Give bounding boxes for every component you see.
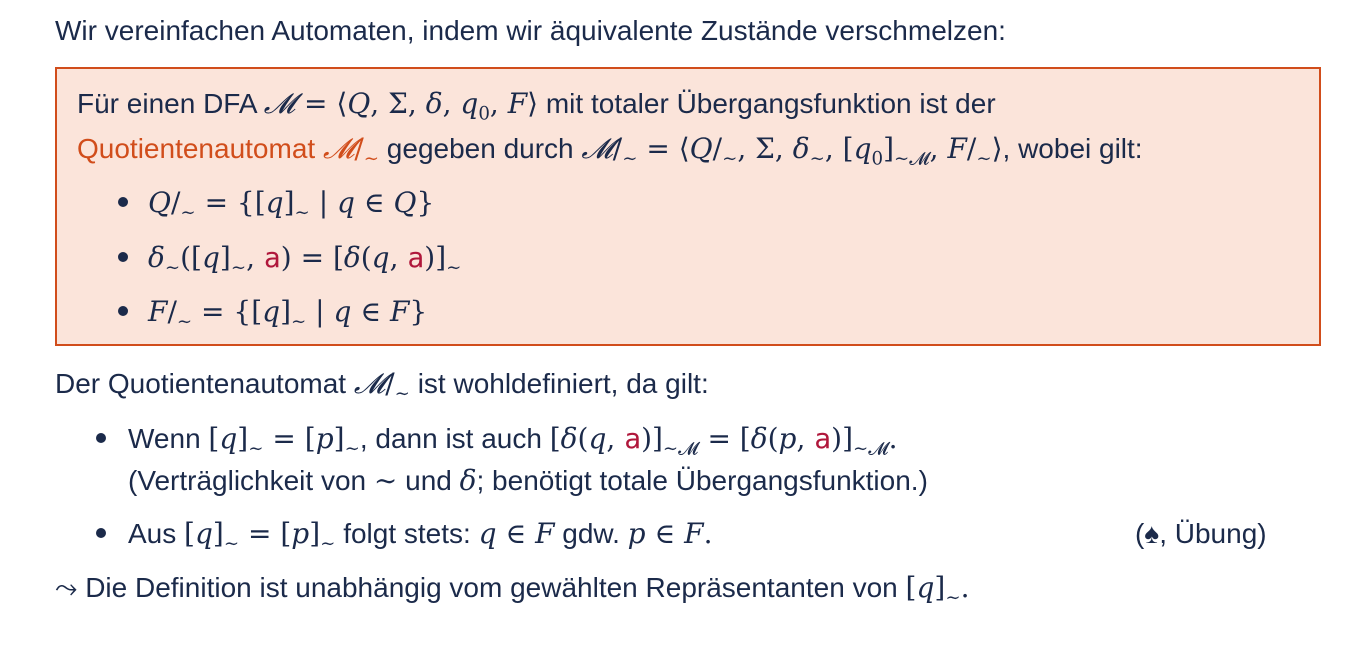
formula-quotient-tuple: 𝓜/∼ = ⟨Q/∼, Σ, δ∼, [q0]∼𝓜, F/∼⟩ bbox=[581, 132, 1003, 170]
term-quotientenautomat: Quotientenautomat bbox=[77, 133, 316, 164]
bullet bbox=[118, 306, 128, 316]
wohldefiniert-item-1: Wenn [q]∼ = [p]∼, dann ist auch [δ(q, a)… bbox=[128, 422, 898, 460]
formula-quotient-symbol: 𝓜/∼ bbox=[322, 132, 380, 170]
wohldefiniert-heading: Der Quotientenautomat 𝓜/∼ ist wohldefini… bbox=[55, 367, 709, 405]
bullet bbox=[96, 433, 106, 443]
bullet bbox=[118, 197, 128, 207]
exercise-note: (♠, Übung) bbox=[1135, 518, 1267, 549]
wohldefiniert-item-2: Aus [q]∼ = [p]∼ folgt stets: q ∈ F gdw. … bbox=[128, 517, 713, 555]
squiggly-arrow-icon: ⤳ bbox=[55, 571, 78, 604]
definition-item-states: Q/∼ = {[q]∼ | q ∈ Q} bbox=[148, 186, 435, 224]
wohldefiniert-item-1-note: (Verträglichkeit von ∼ und δ; benötigt t… bbox=[128, 464, 928, 497]
definition-item-transition: δ∼([q]∼, a) = [δ(q, a)]∼ bbox=[148, 241, 462, 279]
conclusion-line: ⤳ Die Definition ist unabhängig vom gewä… bbox=[55, 571, 970, 609]
definition-line-2: Quotientenautomat 𝓜/∼ gegeben durch 𝓜/∼ … bbox=[77, 132, 1143, 170]
formula-dfa-tuple: 𝓜 = ⟨Q, Σ, δ, q0, F⟩ bbox=[263, 87, 539, 125]
definition-item-final: F/∼ = {[q]∼ | q ∈ F} bbox=[148, 295, 428, 333]
bullet bbox=[118, 252, 128, 262]
definition-line-1: Für einen DFA 𝓜 = ⟨Q, Σ, δ, q0, F⟩ mit t… bbox=[77, 87, 996, 125]
bullet bbox=[96, 528, 106, 538]
intro-text: Wir vereinfachen Automaten, indem wir äq… bbox=[55, 15, 1006, 46]
